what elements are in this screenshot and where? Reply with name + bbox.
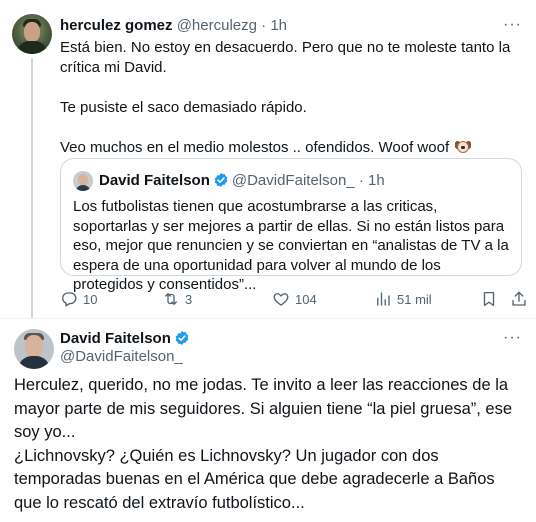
views-count: 51 mil: [397, 291, 432, 307]
reply-tweet[interactable]: herculez gomez @herculezg · 1h ··· Está …: [0, 0, 536, 318]
tweet-text: Está bien. No estoy en desacuerdo. Pero …: [60, 38, 520, 158]
views-button[interactable]: 51 mil: [374, 288, 432, 310]
author-handle[interactable]: @herculezg: [177, 17, 257, 34]
main-tweet[interactable]: David Faitelson @DavidFaitelson_ ··· Her…: [0, 319, 536, 522]
dog-face-icon: [455, 140, 472, 154]
share-button[interactable]: [510, 288, 533, 310]
like-count: 104: [295, 291, 317, 307]
thread-line: [31, 58, 33, 318]
quoted-text: Los futbolistas tienen que acostumbrarse…: [73, 198, 509, 293]
avatar-body: [17, 41, 47, 54]
tweet-line: Veo muchos en el medio molestos .. ofend…: [60, 138, 520, 158]
views-icon: [377, 292, 390, 306]
repost-button[interactable]: 3: [162, 288, 192, 310]
quoted-author-name[interactable]: David Faitelson: [99, 172, 210, 189]
tweet-paragraph: ¿Lichnovsky? ¿Quién es Lichnovsky? Un ju…: [14, 446, 495, 512]
avatar-face: [25, 335, 43, 357]
avatar-face: [24, 22, 40, 42]
more-options-icon[interactable]: ···: [503, 329, 522, 347]
quoted-time[interactable]: 1h: [368, 172, 385, 189]
author-name[interactable]: herculez gomez: [60, 17, 173, 34]
author-name[interactable]: David Faitelson: [60, 330, 171, 347]
tweet-line: Está bien. No estoy en desacuerdo. Pero …: [60, 39, 511, 76]
tweet-header: herculez gomez @herculezg · 1h: [60, 16, 287, 36]
bookmark-icon: [483, 291, 495, 307]
quoted-avatar[interactable]: [73, 171, 93, 191]
repost-icon: [165, 293, 177, 305]
more-options-icon[interactable]: ···: [503, 16, 522, 34]
tweet-line: Te pusiste el saco demasiado rápido.: [60, 99, 307, 116]
reply-icon: [62, 292, 77, 307]
tweet-paragraph: Herculez, querido, no me jodas. Te invit…: [14, 376, 513, 441]
share-icon: [512, 291, 526, 306]
heart-icon: [273, 293, 289, 306]
avatar-body: [18, 356, 50, 369]
quoted-tweet[interactable]: David Faitelson @DavidFaitelson_ · 1h Los…: [60, 158, 522, 293]
tweet-time[interactable]: 1h: [270, 17, 287, 34]
author-name-row: David Faitelson: [60, 329, 193, 349]
bookmark-button[interactable]: [480, 288, 503, 310]
reply-count: 10: [83, 291, 98, 307]
repost-count: 3: [185, 291, 193, 307]
tweet-text: Herculez, querido, no me jodas. Te invit…: [14, 374, 524, 515]
author-handle[interactable]: @DavidFaitelson_: [60, 347, 183, 367]
verified-badge-icon: [214, 173, 228, 187]
reply-button[interactable]: 10: [60, 288, 97, 310]
avatar-faitelson[interactable]: [14, 329, 54, 369]
verified-badge-icon: [175, 331, 189, 345]
quoted-header: David Faitelson @DavidFaitelson_ · 1h: [99, 171, 385, 191]
header-separator: ·: [261, 17, 267, 34]
like-button[interactable]: 104: [272, 288, 317, 310]
avatar-herculez[interactable]: [12, 14, 52, 54]
quoted-author-handle[interactable]: @DavidFaitelson_: [232, 172, 355, 189]
tweet-actions: 10 3 104 51 mil: [60, 288, 530, 310]
quoted-separator: ·: [358, 172, 364, 189]
